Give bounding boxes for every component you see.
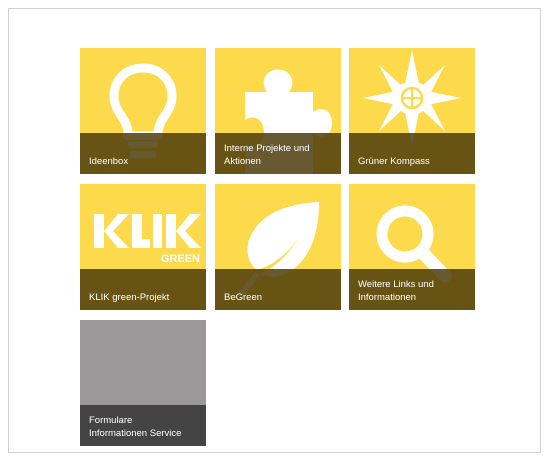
tile-panel: Ideenbox Interne Projekte und Aktionen G… [8, 8, 541, 453]
tile-label: Grüner Kompass [358, 156, 430, 167]
tile-label: Ideenbox [89, 156, 129, 167]
tile-caption: Grüner Kompass [349, 133, 475, 174]
tile-grid: Ideenbox Interne Projekte und Aktionen G… [80, 48, 480, 448]
tile-gruener-kompass[interactable]: Grüner Kompass [349, 48, 475, 174]
tile-klik-green[interactable]: GREEN KLIK green-Projekt [80, 184, 206, 310]
svg-text:GREEN: GREEN [161, 253, 200, 265]
tile-ideenbox[interactable]: Ideenbox [80, 48, 206, 174]
tile-interne-projekte[interactable]: Interne Projekte und Aktionen [215, 48, 341, 174]
tile-label: Interne Projekte und Aktionen [224, 143, 310, 167]
tile-formulare-service[interactable]: Formulare Informationen Service [80, 320, 206, 446]
tile-label: Weitere Links und Informationen [358, 279, 434, 303]
tile-caption: Formulare Informationen Service [80, 405, 206, 446]
tile-begreen[interactable]: BeGreen [215, 184, 341, 310]
tile-caption: KLIK green-Projekt [80, 269, 206, 310]
tile-caption: Weitere Links und Informationen [349, 269, 475, 310]
tile-weitere-links[interactable]: Weitere Links und Informationen [349, 184, 475, 310]
tile-caption: BeGreen [215, 269, 341, 310]
tile-caption: Interne Projekte und Aktionen [215, 133, 341, 174]
tile-label: BeGreen [224, 292, 263, 303]
tile-label: KLIK green-Projekt [89, 292, 170, 303]
tile-label: Formulare Informationen Service [89, 415, 182, 439]
tile-caption: Ideenbox [80, 133, 206, 174]
